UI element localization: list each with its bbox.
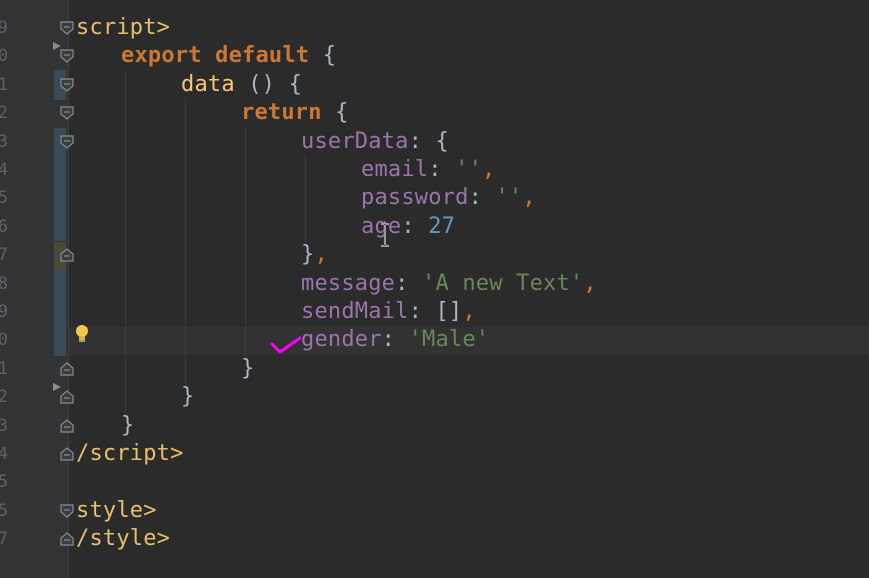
fold-close-icon[interactable] [60,447,74,461]
code-token: , [482,157,496,182]
code-token: } [241,355,255,381]
line-number: 9 [0,302,8,322]
indent-guide [185,98,186,388]
fold-close-icon[interactable] [60,390,74,404]
code-line[interactable]: message: 'A new Text', [301,270,597,298]
code-line[interactable]: } [181,383,194,411]
breakpoint-arrow-icon [52,377,62,391]
line-number: 4 [0,444,8,464]
code-line[interactable]: /style> [76,525,170,553]
fold-open-icon[interactable] [60,78,74,92]
code-token: , [583,270,597,296]
code-line[interactable]: sendMail: [], [301,298,476,326]
line-number: 8 [0,273,8,294]
line-number: 7 [0,529,8,550]
code-token: : [395,270,423,296]
code-line[interactable]: return { [241,99,349,127]
code-token: default [215,43,323,69]
fold-open-icon[interactable] [60,49,74,64]
indent-guide [125,70,126,415]
line-number: 0 [0,46,8,67]
code-token: : [381,327,409,353]
fold-open-icon[interactable] [60,21,74,35]
code-line[interactable]: }, [301,241,328,269]
code-token: : [468,185,496,211]
code-line[interactable]: } [121,412,134,440]
code-line[interactable]: } [241,355,254,383]
line-number: 4 [0,160,8,180]
fold-open-icon[interactable] [60,504,74,518]
checkmark-icon [270,334,302,360]
code-line[interactable]: style> [76,497,157,525]
code-token: style> [76,497,157,523]
line-number: 1 [0,74,8,95]
lightbulb-icon[interactable] [74,324,90,348]
code-token: data [181,71,249,97]
code-line[interactable]: script> [76,14,170,42]
line-number: 5 [0,500,8,521]
line-number: 9 [0,18,8,38]
text-cursor-icon [378,222,392,252]
fold-open-icon[interactable] [60,134,74,149]
code-line[interactable]: userData: { [301,128,449,156]
code-token: password [361,185,469,211]
code-token: : { [408,128,449,154]
code-token: '' [455,157,483,182]
code-token: : [401,213,429,239]
line-number: 0 [0,330,8,351]
line-number: 3 [0,131,8,152]
code-token: } [301,242,315,268]
code-token: , [462,299,476,324]
line-number: 5 [0,188,8,209]
code-token: : [408,299,436,324]
fold-close-icon[interactable] [60,532,74,546]
code-token: email [361,157,429,182]
indent-guide [305,156,306,244]
code-token: [] [435,299,463,324]
code-token: gender [301,327,382,353]
fold-close-icon[interactable] [60,418,74,433]
code-token: { [322,43,337,69]
code-token: sendMail [301,299,409,324]
code-line[interactable]: password: '', [361,184,536,212]
code-line[interactable]: gender: 'Male' [301,326,489,354]
code-token: () { [248,71,303,97]
code-token: 'A new Text' [422,270,584,296]
breakpoint-arrow-icon [52,36,62,50]
code-token: userData [301,128,409,154]
line-number: 3 [0,415,8,436]
fold-close-icon[interactable] [60,248,74,262]
editor-gutter: 9 0 1 2 3 4 5 6 7 8 9 0 1 2 3 4 5 5 7 [0,0,68,578]
line-number: 5 [0,472,8,493]
line-number: 2 [0,387,8,408]
code-line[interactable]: data () { [181,71,302,99]
code-line[interactable]: export default { [121,42,336,70]
fold-close-icon[interactable] [60,362,74,376]
vcs-change-marker[interactable] [54,270,66,356]
code-token: } [121,412,135,438]
code-line[interactable]: age: 27 [361,213,455,241]
code-token: message [301,270,396,296]
code-token: export [121,43,216,69]
code-token: 'Male' [408,327,490,353]
line-number: 1 [0,358,8,379]
fold-open-icon[interactable] [60,106,74,120]
code-line[interactable]: email: '', [361,156,495,184]
code-line[interactable]: /script> [76,440,184,468]
indent-guide [245,128,246,358]
code-token: : [428,157,456,182]
code-token: , [522,185,536,211]
line-number: 2 [0,103,8,124]
line-number: 6 [0,216,8,237]
code-token: script> [76,15,171,40]
code-token: '' [495,185,523,211]
code-token: { [335,100,349,126]
code-token: , [314,242,328,268]
code-token: /script> [76,441,184,466]
line-number: 7 [0,245,8,266]
code-token: 27 [428,213,456,239]
code-token: /style> [76,526,171,552]
code-token: } [181,384,195,410]
code-token: return [241,100,336,126]
